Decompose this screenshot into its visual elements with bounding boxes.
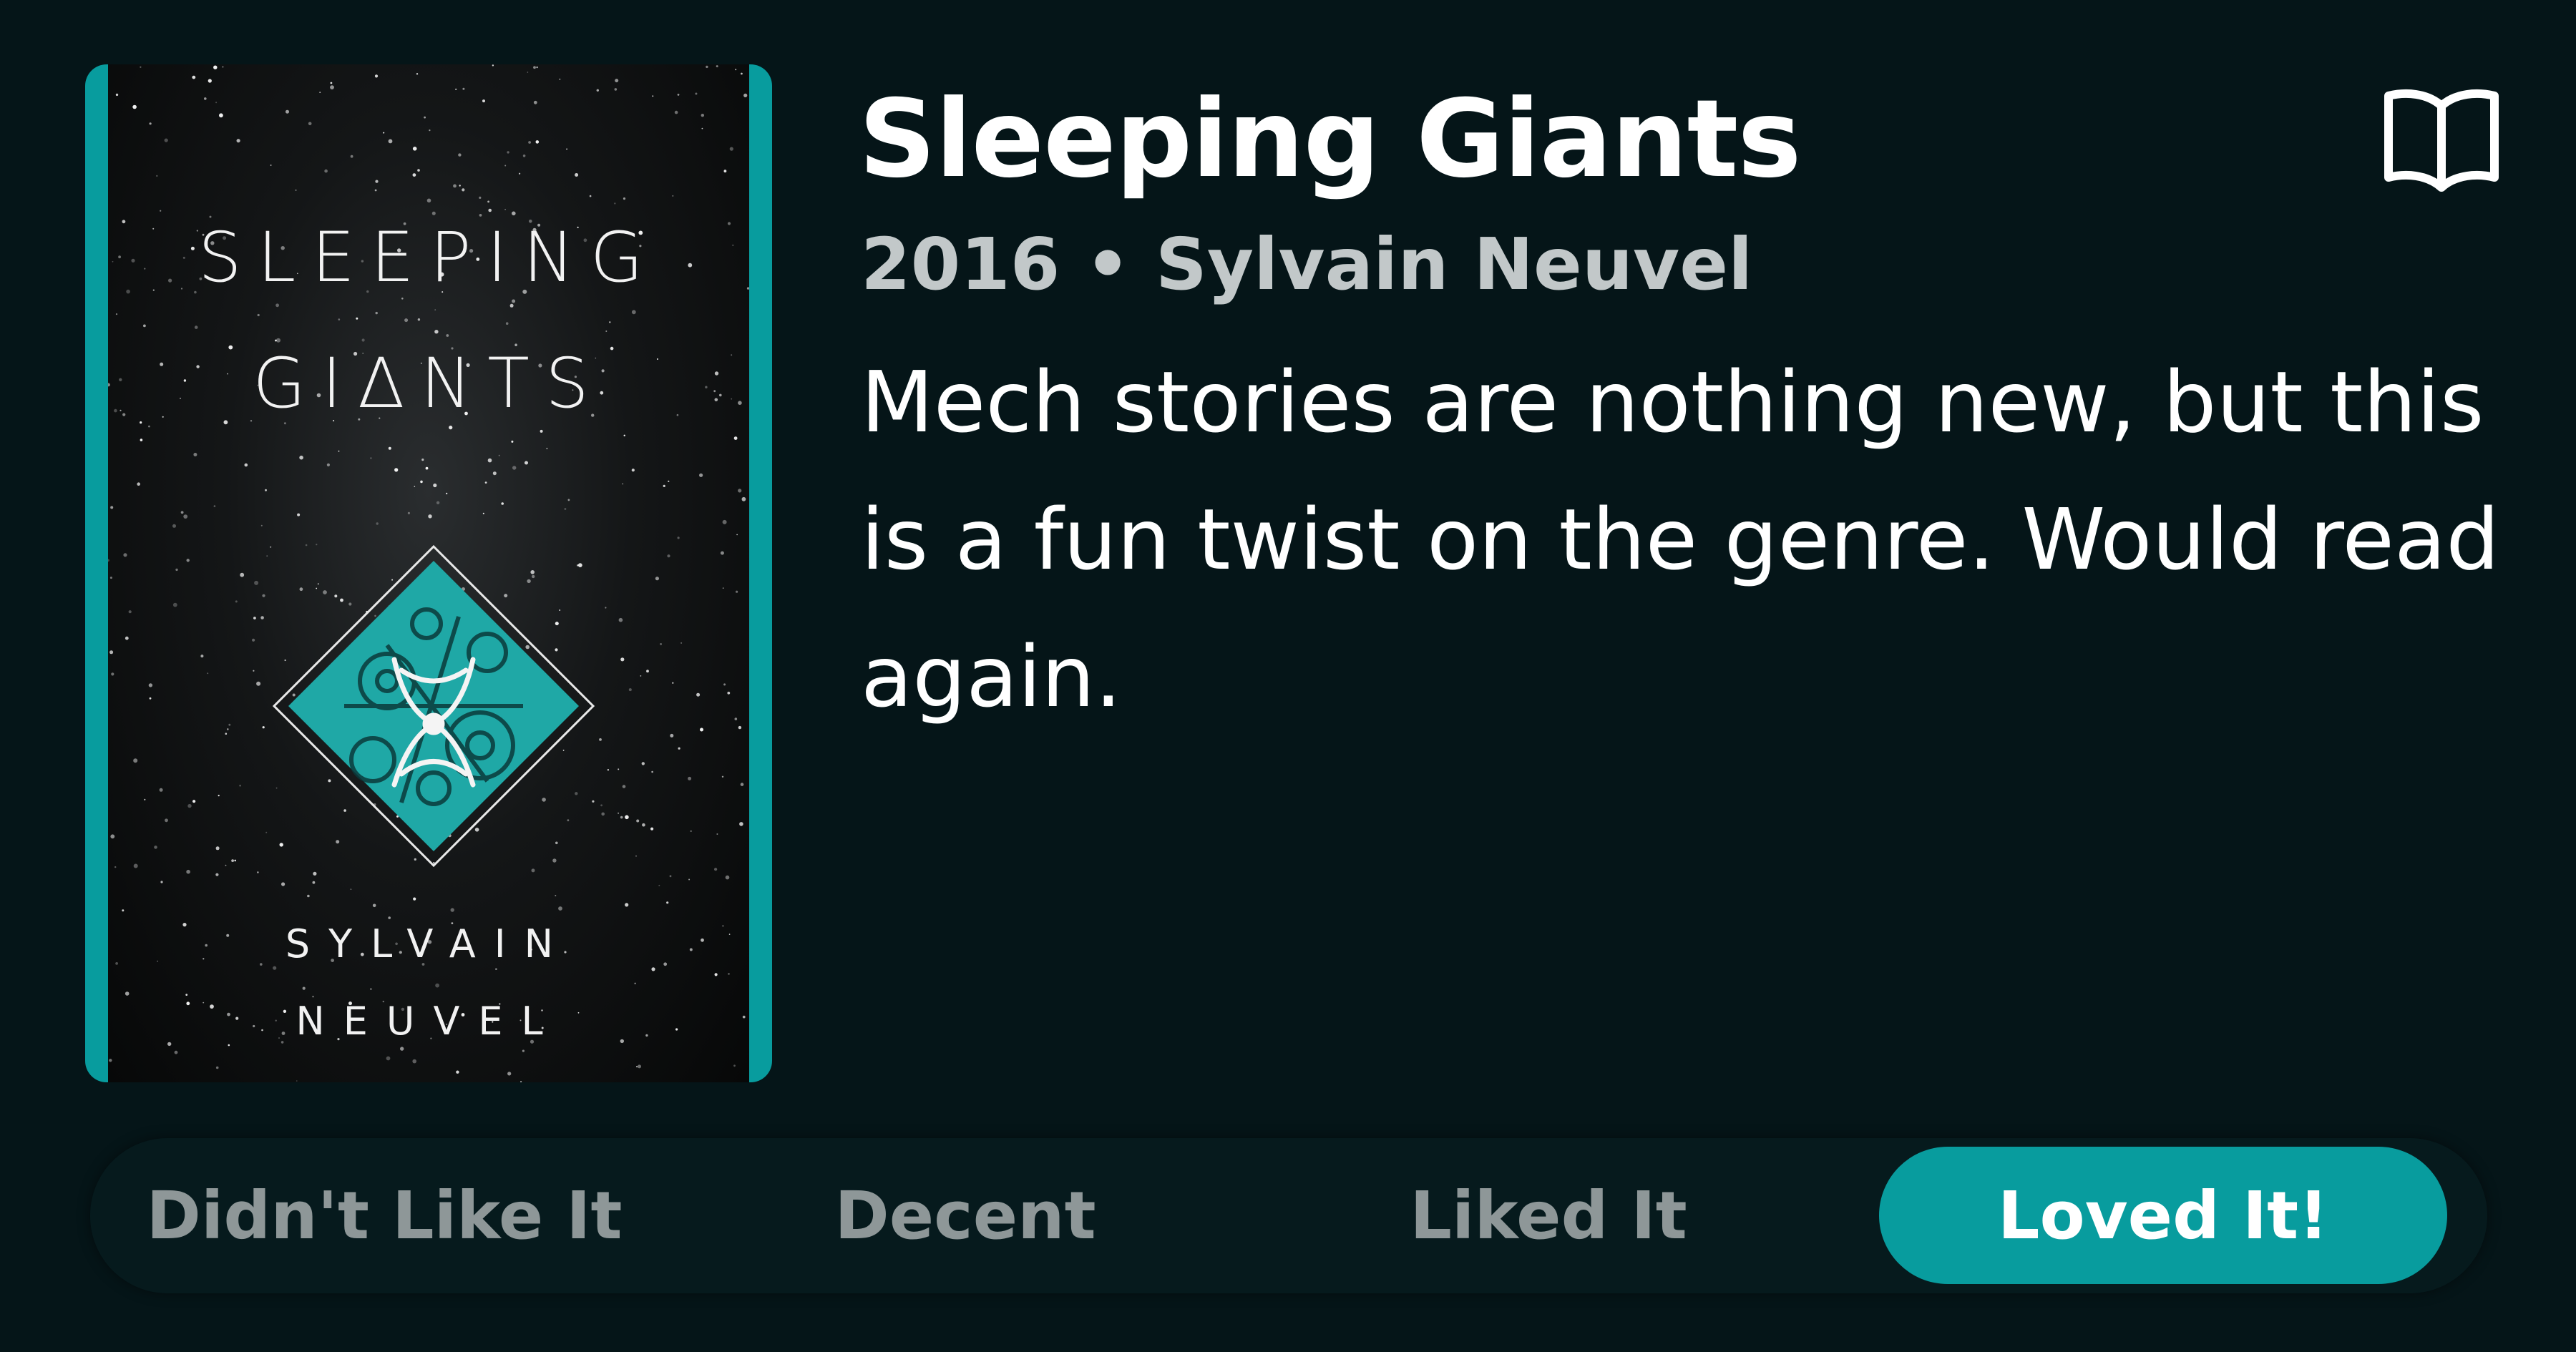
cover-title-line-1: SLEEPING xyxy=(197,217,660,298)
cover-title-line-2: GIΔNTS xyxy=(253,343,605,423)
cover-author-line-2: NEUVEL xyxy=(296,999,562,1044)
book-cover[interactable]: SLEEPING GIΔNTS SYLVAIN NEUVEL xyxy=(85,64,772,1082)
book-review-card: SLEEPING GIΔNTS SYLVAIN NEUVEL Sleeping … xyxy=(0,0,2576,1352)
open-book-icon[interactable] xyxy=(2381,86,2502,193)
review-text: Mech stories are nothing new, but this i… xyxy=(861,353,2500,726)
diamond-emblem-icon xyxy=(273,545,595,867)
rating-selector: Didn't Like It Decent Liked It Loved It! xyxy=(90,1138,2487,1293)
rating-option-decent[interactable]: Decent xyxy=(684,1147,1246,1284)
book-title: Sleeping Giants xyxy=(859,77,1802,202)
cover-author-line-1: SYLVAIN xyxy=(285,921,572,966)
book-meta: 2016 • Sylvain Neuvel xyxy=(861,218,1752,311)
rating-option-liked-it[interactable]: Liked It xyxy=(1267,1147,1830,1284)
rating-option-loved-it[interactable]: Loved It! xyxy=(1879,1147,2447,1284)
author-name[interactable]: Sylvain Neuvel xyxy=(1156,222,1752,306)
rating-option-didnt-like-it[interactable]: Didn't Like It xyxy=(103,1147,665,1284)
meta-separator: • xyxy=(1085,222,1131,306)
publication-year: 2016 xyxy=(861,222,1060,306)
cover-artwork: SLEEPING GIΔNTS SYLVAIN NEUVEL xyxy=(108,64,749,1082)
